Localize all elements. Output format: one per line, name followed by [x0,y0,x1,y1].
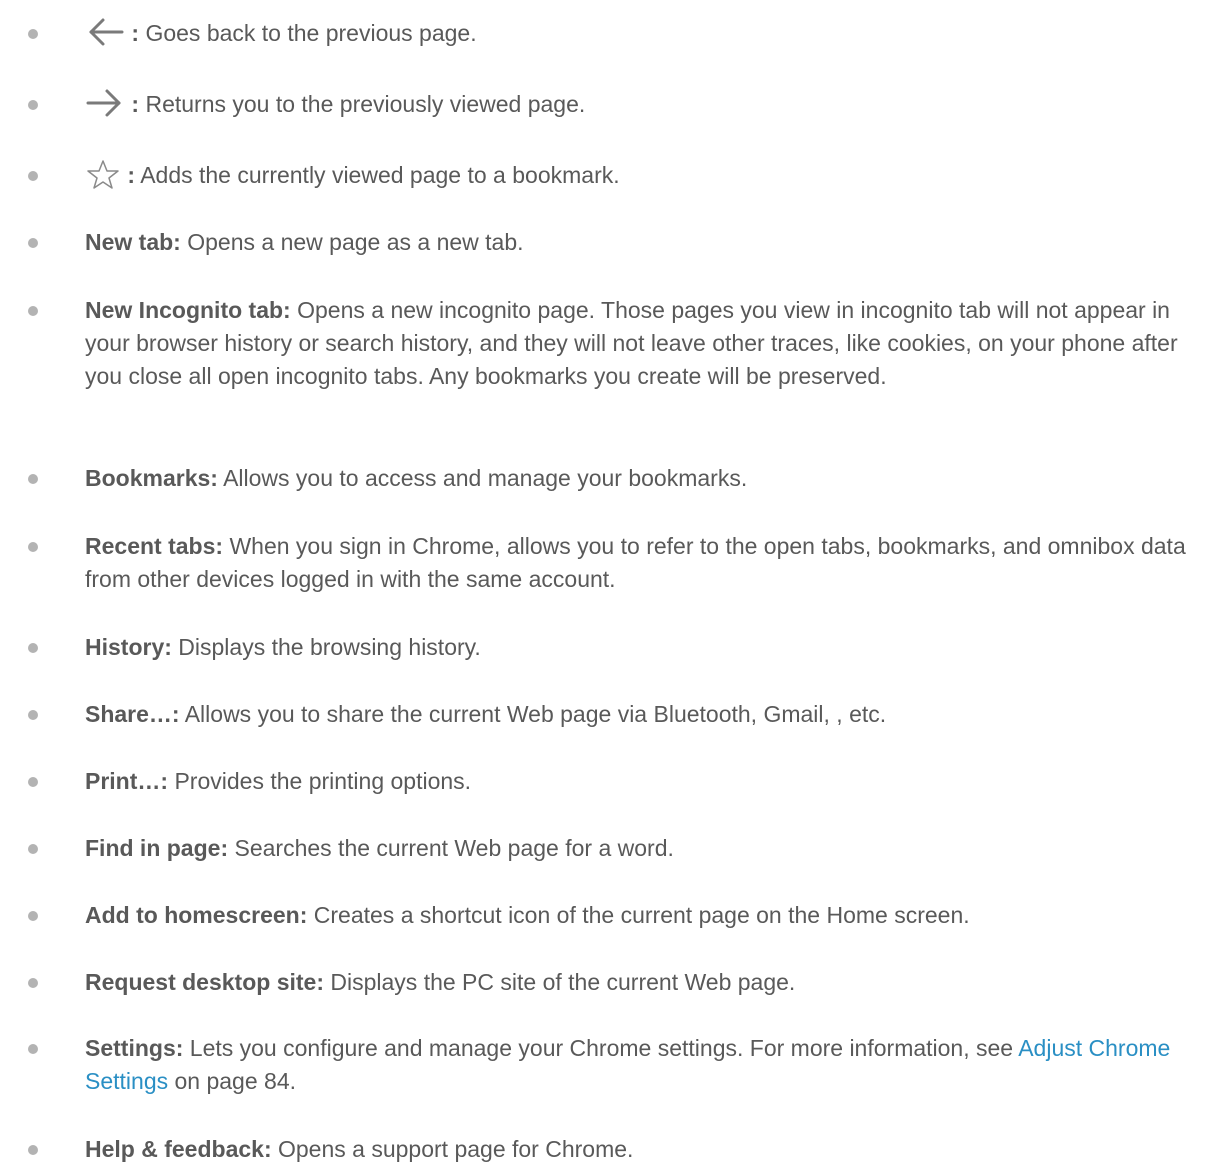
item-description: Adds the currently viewed page to a book… [140,162,620,188]
list-item-text: Find in page: Searches the current Web p… [85,832,1210,865]
list-item-text: : Returns you to the previously viewed p… [85,88,1210,121]
list-item-text: : Goes back to the previous page. [85,17,1210,50]
bullet [28,542,38,552]
bullet [28,911,38,921]
item-term: History: [85,634,172,660]
item-term: : [127,162,136,188]
item-description: When you sign in Chrome, allows you to r… [85,533,1186,592]
item-description-suffix: on page 84. [174,1068,297,1094]
back-arrow-icon [85,17,125,47]
list-item-text: Recent tabs: When you sign in Chrome, al… [85,530,1210,596]
item-description: Returns you to the previously viewed pag… [145,91,586,117]
item-term: Share…: [85,701,180,727]
bullet [28,844,38,854]
item-description: Allows you to share the current Web page… [184,701,887,727]
bullet [28,29,38,39]
item-term: Recent tabs: [85,533,224,559]
bullet [28,643,38,653]
bullet [28,1044,38,1054]
item-term: Settings: [85,1035,184,1061]
bullet [28,238,38,248]
bullet [28,777,38,787]
list-item-text: Print…: Provides the printing options. [85,765,1210,798]
star-outline-icon [85,159,121,189]
item-description: Displays the browsing history. [178,634,481,660]
item-description: Opens a support page for Chrome. [278,1136,634,1162]
bullet [28,474,38,484]
item-term: : [131,91,140,117]
list-item-text: History: Displays the browsing history. [85,631,1210,664]
item-term: Help & feedback: [85,1136,272,1162]
list-item-text: : Adds the currently viewed page to a bo… [85,159,1210,192]
item-term: New Incognito tab: [85,297,291,323]
list-item-text: Settings: Lets you configure and manage … [85,1032,1210,1098]
bullet [28,171,38,181]
item-term: Add to homescreen: [85,902,308,928]
bullet [28,306,38,316]
item-term: Bookmarks: [85,465,218,491]
bullet [28,1145,38,1155]
bullet [28,100,38,110]
list-item-text: Share…: Allows you to share the current … [85,698,1210,731]
item-term: Request desktop site: [85,969,324,995]
bullet [28,710,38,720]
list-item-text: New Incognito tab: Opens a new incognito… [85,294,1210,393]
item-description: Lets you configure and manage your Chrom… [189,1035,1014,1061]
item-description: Opens a new page as a new tab. [187,229,524,255]
item-description: Displays the PC site of the current Web … [330,969,796,995]
item-description: Allows you to access and manage your boo… [223,465,748,491]
forward-arrow-icon [85,88,125,118]
item-term: : [131,20,140,46]
list-item-text: Request desktop site: Displays the PC si… [85,966,1210,999]
item-term: Find in page: [85,835,229,861]
item-description: Goes back to the previous page. [145,20,477,46]
list-item-text: Bookmarks: Allows you to access and mana… [85,462,1210,495]
item-description: Creates a shortcut icon of the current p… [313,902,970,928]
item-description: Provides the printing options. [174,768,472,794]
bullet [28,978,38,988]
item-term: New tab: [85,229,181,255]
list-item-text: Add to homescreen: Creates a shortcut ic… [85,899,1210,932]
list-item-text: New tab: Opens a new page as a new tab. [85,226,1210,259]
item-term: Print…: [85,768,169,794]
item-description: Searches the current Web page for a word… [234,835,674,861]
list-item-text: Help & feedback: Opens a support page fo… [85,1133,1210,1166]
